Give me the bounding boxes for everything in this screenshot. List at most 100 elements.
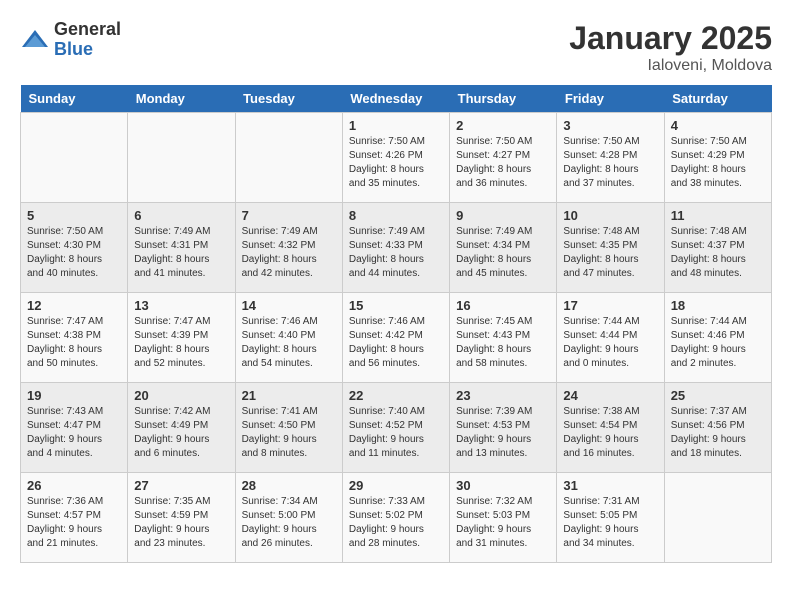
- logo: General Blue: [20, 20, 121, 60]
- day-info: Sunrise: 7:39 AM Sunset: 4:53 PM Dayligh…: [456, 405, 550, 461]
- day-info: Sunrise: 7:45 AM Sunset: 4:43 PM Dayligh…: [456, 315, 550, 371]
- day-info: Sunrise: 7:38 AM Sunset: 4:54 PM Dayligh…: [563, 405, 657, 461]
- day-info: Sunrise: 7:49 AM Sunset: 4:31 PM Dayligh…: [134, 225, 228, 281]
- calendar-cell: 24 Sunrise: 7:38 AM Sunset: 4:54 PM Dayli…: [557, 383, 664, 473]
- calendar-cell: [664, 473, 771, 563]
- day-number: 22: [349, 388, 443, 403]
- day-info: Sunrise: 7:37 AM Sunset: 4:56 PM Dayligh…: [671, 405, 765, 461]
- calendar-cell: 8 Sunrise: 7:49 AM Sunset: 4:33 PM Daylig…: [342, 203, 449, 293]
- calendar-cell: 6 Sunrise: 7:49 AM Sunset: 4:31 PM Daylig…: [128, 203, 235, 293]
- day-number: 1: [349, 118, 443, 133]
- calendar-cell: 26 Sunrise: 7:36 AM Sunset: 4:57 PM Dayli…: [21, 473, 128, 563]
- day-number: 24: [563, 388, 657, 403]
- calendar-cell: 21 Sunrise: 7:41 AM Sunset: 4:50 PM Dayli…: [235, 383, 342, 473]
- calendar-cell: 16Sunrise: 7:45 AM Sunset: 4:43 PM Dayli…: [450, 293, 557, 383]
- calendar-cell: 13Sunrise: 7:47 AM Sunset: 4:39 PM Dayli…: [128, 293, 235, 383]
- day-number: 12: [27, 298, 121, 313]
- calendar-cell: 23Sunrise: 7:39 AM Sunset: 4:53 PM Dayli…: [450, 383, 557, 473]
- day-number: 8: [349, 208, 443, 223]
- calendar-cell: 9 Sunrise: 7:49 AM Sunset: 4:34 PM Daylig…: [450, 203, 557, 293]
- header-cell-thursday: Thursday: [450, 85, 557, 113]
- logo-general: General: [54, 20, 121, 40]
- day-number: 9: [456, 208, 550, 223]
- day-number: 5: [27, 208, 121, 223]
- calendar-cell: [128, 113, 235, 203]
- day-number: 30: [456, 478, 550, 493]
- calendar-body: 1 Sunrise: 7:50 AM Sunset: 4:26 PM Daylig…: [21, 113, 772, 563]
- calendar-cell: 18 Sunrise: 7:44 AM Sunset: 4:46 PM Dayli…: [664, 293, 771, 383]
- location: Ialoveni, Moldova: [569, 57, 772, 75]
- day-number: 3: [563, 118, 657, 133]
- day-number: 14: [242, 298, 336, 313]
- header-cell-monday: Monday: [128, 85, 235, 113]
- day-number: 19: [27, 388, 121, 403]
- page-header: General Blue January 2025 Ialoveni, Mold…: [20, 20, 772, 75]
- calendar-cell: [21, 113, 128, 203]
- calendar-cell: 30 Sunrise: 7:32 AM Sunset: 5:03 PM Dayli…: [450, 473, 557, 563]
- day-number: 27: [134, 478, 228, 493]
- logo-text: General Blue: [54, 20, 121, 60]
- day-number: 26: [27, 478, 121, 493]
- title-block: January 2025 Ialoveni, Moldova: [569, 20, 772, 75]
- week-row-3: 19Sunrise: 7:43 AM Sunset: 4:47 PM Dayli…: [21, 383, 772, 473]
- week-row-0: 1 Sunrise: 7:50 AM Sunset: 4:26 PM Daylig…: [21, 113, 772, 203]
- day-number: 15: [349, 298, 443, 313]
- day-number: 7: [242, 208, 336, 223]
- calendar-cell: 11 Sunrise: 7:48 AM Sunset: 4:37 PM Dayli…: [664, 203, 771, 293]
- header-row: SundayMondayTuesdayWednesdayThursdayFrid…: [21, 85, 772, 113]
- day-info: Sunrise: 7:36 AM Sunset: 4:57 PM Dayligh…: [27, 495, 121, 551]
- day-info: Sunrise: 7:40 AM Sunset: 4:52 PM Dayligh…: [349, 405, 443, 461]
- header-cell-sunday: Sunday: [21, 85, 128, 113]
- calendar-header: SundayMondayTuesdayWednesdayThursdayFrid…: [21, 85, 772, 113]
- day-number: 2: [456, 118, 550, 133]
- day-number: 21: [242, 388, 336, 403]
- calendar-cell: 28Sunrise: 7:34 AM Sunset: 5:00 PM Dayli…: [235, 473, 342, 563]
- calendar-cell: 17Sunrise: 7:44 AM Sunset: 4:44 PM Dayli…: [557, 293, 664, 383]
- day-number: 4: [671, 118, 765, 133]
- day-number: 6: [134, 208, 228, 223]
- month-title: January 2025: [569, 20, 772, 57]
- day-info: Sunrise: 7:49 AM Sunset: 4:34 PM Dayligh…: [456, 225, 550, 281]
- day-number: 20: [134, 388, 228, 403]
- day-number: 17: [563, 298, 657, 313]
- day-number: 31: [563, 478, 657, 493]
- day-number: 10: [563, 208, 657, 223]
- calendar-cell: 1 Sunrise: 7:50 AM Sunset: 4:26 PM Daylig…: [342, 113, 449, 203]
- calendar-cell: 31Sunrise: 7:31 AM Sunset: 5:05 PM Dayli…: [557, 473, 664, 563]
- day-info: Sunrise: 7:49 AM Sunset: 4:33 PM Dayligh…: [349, 225, 443, 281]
- day-number: 18: [671, 298, 765, 313]
- calendar-cell: 10Sunrise: 7:48 AM Sunset: 4:35 PM Dayli…: [557, 203, 664, 293]
- logo-icon: [20, 25, 50, 55]
- day-info: Sunrise: 7:50 AM Sunset: 4:29 PM Dayligh…: [671, 135, 765, 191]
- week-row-1: 5 Sunrise: 7:50 AM Sunset: 4:30 PM Daylig…: [21, 203, 772, 293]
- day-info: Sunrise: 7:50 AM Sunset: 4:27 PM Dayligh…: [456, 135, 550, 191]
- calendar-cell: 14 Sunrise: 7:46 AM Sunset: 4:40 PM Dayli…: [235, 293, 342, 383]
- day-info: Sunrise: 7:48 AM Sunset: 4:37 PM Dayligh…: [671, 225, 765, 281]
- calendar-cell: 12Sunrise: 7:47 AM Sunset: 4:38 PM Dayli…: [21, 293, 128, 383]
- day-info: Sunrise: 7:44 AM Sunset: 4:46 PM Dayligh…: [671, 315, 765, 371]
- day-info: Sunrise: 7:49 AM Sunset: 4:32 PM Dayligh…: [242, 225, 336, 281]
- calendar-cell: [235, 113, 342, 203]
- calendar-cell: 25 Sunrise: 7:37 AM Sunset: 4:56 PM Dayli…: [664, 383, 771, 473]
- day-info: Sunrise: 7:41 AM Sunset: 4:50 PM Dayligh…: [242, 405, 336, 461]
- day-info: Sunrise: 7:46 AM Sunset: 4:40 PM Dayligh…: [242, 315, 336, 371]
- day-info: Sunrise: 7:32 AM Sunset: 5:03 PM Dayligh…: [456, 495, 550, 551]
- calendar-cell: 19Sunrise: 7:43 AM Sunset: 4:47 PM Dayli…: [21, 383, 128, 473]
- day-info: Sunrise: 7:33 AM Sunset: 5:02 PM Dayligh…: [349, 495, 443, 551]
- calendar-cell: 27 Sunrise: 7:35 AM Sunset: 4:59 PM Dayli…: [128, 473, 235, 563]
- day-info: Sunrise: 7:50 AM Sunset: 4:30 PM Dayligh…: [27, 225, 121, 281]
- day-info: Sunrise: 7:46 AM Sunset: 4:42 PM Dayligh…: [349, 315, 443, 371]
- day-number: 11: [671, 208, 765, 223]
- day-info: Sunrise: 7:50 AM Sunset: 4:28 PM Dayligh…: [563, 135, 657, 191]
- calendar-cell: 3 Sunrise: 7:50 AM Sunset: 4:28 PM Daylig…: [557, 113, 664, 203]
- day-number: 25: [671, 388, 765, 403]
- header-cell-saturday: Saturday: [664, 85, 771, 113]
- week-row-4: 26 Sunrise: 7:36 AM Sunset: 4:57 PM Dayli…: [21, 473, 772, 563]
- day-number: 13: [134, 298, 228, 313]
- day-info: Sunrise: 7:35 AM Sunset: 4:59 PM Dayligh…: [134, 495, 228, 551]
- day-number: 29: [349, 478, 443, 493]
- calendar-cell: 20Sunrise: 7:42 AM Sunset: 4:49 PM Dayli…: [128, 383, 235, 473]
- day-info: Sunrise: 7:50 AM Sunset: 4:26 PM Dayligh…: [349, 135, 443, 191]
- calendar-cell: 5 Sunrise: 7:50 AM Sunset: 4:30 PM Daylig…: [21, 203, 128, 293]
- calendar-cell: 2 Sunrise: 7:50 AM Sunset: 4:27 PM Daylig…: [450, 113, 557, 203]
